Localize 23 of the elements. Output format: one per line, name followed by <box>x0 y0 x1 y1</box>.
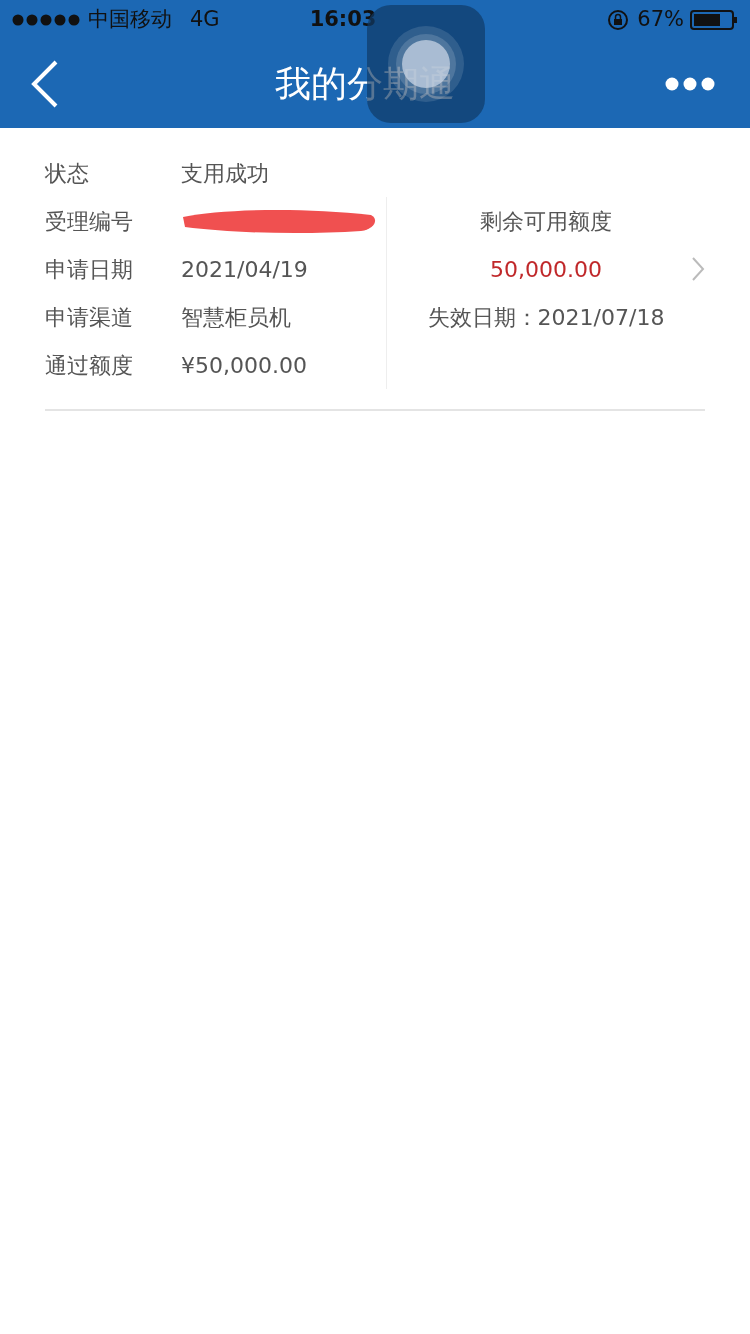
field-value: 智慧柜员机 <box>181 303 291 332</box>
carrier-name: 中国移动 <box>88 6 172 34</box>
field-label: 申请渠道 <box>45 303 134 332</box>
network-type: 4G <box>190 6 220 34</box>
expiry-date: 失效日期：2021/07/18 <box>427 303 665 332</box>
page-title: 我的分期通 <box>275 62 455 106</box>
battery-percent: 67% <box>637 6 684 34</box>
rotation-lock-icon <box>607 9 630 31</box>
field-label: 通过额度 <box>45 351 134 380</box>
signal-icon <box>12 14 82 26</box>
battery-icon <box>690 10 738 30</box>
back-icon <box>30 59 60 109</box>
available-amount: 50,000.00 <box>490 255 602 284</box>
field-label: 申请日期 <box>45 255 134 284</box>
field-label: 状态 <box>45 159 90 188</box>
more-icon <box>665 77 715 91</box>
field-value: 2021/04/19 <box>181 255 308 284</box>
field-label: 受理编号 <box>45 207 134 236</box>
field-value: 支用成功 <box>181 159 269 188</box>
clock: 16:03 <box>309 6 377 34</box>
chevron-right-icon <box>691 256 705 282</box>
credit-label: 剩余可用额度 <box>480 207 612 236</box>
field-value: ¥50,000.00 <box>181 351 307 380</box>
